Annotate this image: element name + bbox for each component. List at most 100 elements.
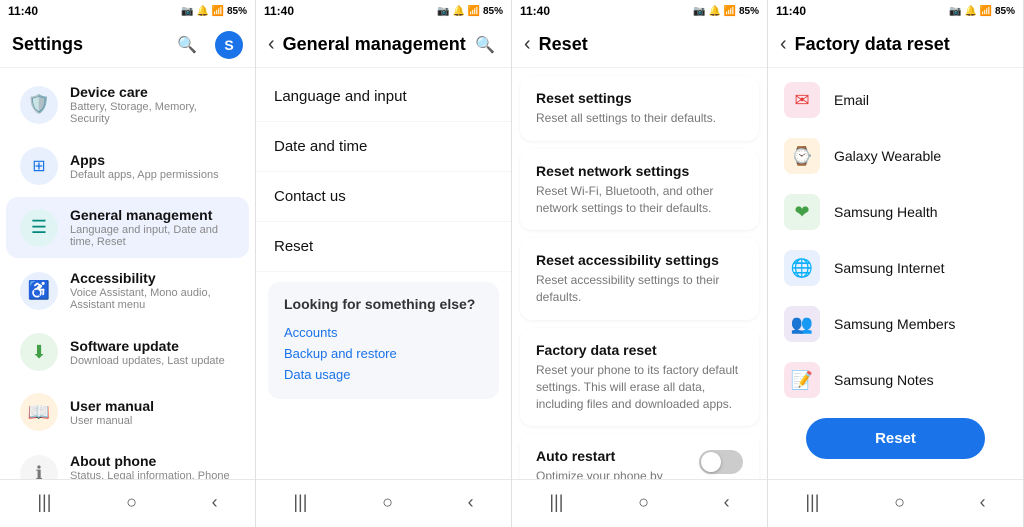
settings-item-about-phone[interactable]: ℹ About phone Status, Legal information,… bbox=[6, 443, 249, 479]
reset-card-settings[interactable]: Reset settings Reset all settings to the… bbox=[520, 76, 759, 141]
reset-accessibility-desc: Reset accessibility settings to their de… bbox=[536, 272, 743, 306]
link-accounts[interactable]: Accounts bbox=[284, 322, 483, 343]
nav-back-btn[interactable]: ‹ bbox=[968, 488, 998, 517]
app-item-galaxy-wearable[interactable]: ⌚ Galaxy Wearable bbox=[768, 128, 1023, 184]
app-name-galaxy-wearable: Galaxy Wearable bbox=[834, 148, 941, 164]
nav-back-btn[interactable]: ‹ bbox=[456, 488, 486, 517]
nav-home-btn[interactable]: ○ bbox=[626, 488, 661, 517]
reset-title: Reset bbox=[539, 34, 755, 55]
auto-restart-title: Auto restart bbox=[536, 448, 699, 464]
auto-restart-desc: Optimize your phone by restarting it aut… bbox=[536, 468, 699, 479]
app-name-samsung-notes: Samsung Notes bbox=[834, 372, 934, 388]
settings-item-software-update[interactable]: ⬇ Software update Download updates, Last… bbox=[6, 323, 249, 381]
bottom-nav-3: ||| ○ ‹ bbox=[512, 479, 767, 527]
app-item-samsung-notes[interactable]: 📝 Samsung Notes bbox=[768, 352, 1023, 408]
header-factory-reset: ‹ Factory data reset bbox=[768, 22, 1023, 68]
bottom-nav-4: ||| ○ ‹ bbox=[768, 479, 1023, 527]
reset-list: Reset settings Reset all settings to the… bbox=[512, 68, 767, 479]
time-2: 11:40 bbox=[264, 4, 294, 18]
status-bar-4: 11:40 📷 🔔 📶 85% bbox=[768, 0, 1023, 22]
factory-reset-title: Factory data reset bbox=[536, 342, 743, 358]
nav-menu-btn[interactable]: ||| bbox=[25, 488, 63, 517]
reset-accessibility-title: Reset accessibility settings bbox=[536, 252, 743, 268]
factory-reset-desc: Reset your phone to its factory default … bbox=[536, 362, 743, 412]
status-icons-4: 📷 🔔 📶 85% bbox=[949, 6, 1015, 17]
user-manual-label: User manual bbox=[70, 398, 235, 414]
app-item-samsung-internet[interactable]: 🌐 Samsung Internet bbox=[768, 240, 1023, 296]
settings-item-text: Software update Download updates, Last u… bbox=[70, 338, 235, 367]
reset-card-auto-restart[interactable]: Auto restart Optimize your phone by rest… bbox=[520, 434, 759, 479]
app-name-email: Email bbox=[834, 92, 869, 108]
nav-back-btn[interactable]: ‹ bbox=[712, 488, 742, 517]
settings-item-apps[interactable]: ⊞ Apps Default apps, App permissions bbox=[6, 137, 249, 195]
factory-reset-button[interactable]: Reset bbox=[806, 418, 984, 459]
status-icons-1: 📷 🔔 📶 85% bbox=[181, 6, 247, 17]
settings-item-text: Apps Default apps, App permissions bbox=[70, 152, 235, 181]
avatar[interactable]: S bbox=[215, 31, 243, 59]
device-care-sub: Battery, Storage, Memory, Security bbox=[70, 101, 235, 125]
back-icon[interactable]: ‹ bbox=[268, 33, 275, 56]
reset-network-desc: Reset Wi-Fi, Bluetooth, and other networ… bbox=[536, 183, 743, 217]
settings-item-user-manual[interactable]: 📖 User manual User manual bbox=[6, 383, 249, 441]
back-icon[interactable]: ‹ bbox=[780, 33, 787, 56]
nav-home-btn[interactable]: ○ bbox=[114, 488, 149, 517]
link-backup[interactable]: Backup and restore bbox=[284, 343, 483, 364]
auto-restart-toggle[interactable] bbox=[699, 450, 743, 474]
header-actions: 🔍 S bbox=[173, 31, 243, 59]
menu-item-reset[interactable]: Reset bbox=[256, 222, 511, 272]
app-item-samsung-members[interactable]: 👥 Samsung Members bbox=[768, 296, 1023, 352]
time-3: 11:40 bbox=[520, 4, 550, 18]
about-phone-label: About phone bbox=[70, 453, 235, 469]
bottom-nav-2: ||| ○ ‹ bbox=[256, 479, 511, 527]
bottom-nav-1: ||| ○ ‹ bbox=[0, 479, 255, 527]
reset-card-factory[interactable]: Factory data reset Reset your phone to i… bbox=[520, 328, 759, 426]
software-update-sub: Download updates, Last update bbox=[70, 355, 235, 367]
back-icon[interactable]: ‹ bbox=[524, 33, 531, 56]
settings-item-general-management[interactable]: ☰ General management Language and input,… bbox=[6, 197, 249, 258]
nav-menu-btn[interactable]: ||| bbox=[537, 488, 575, 517]
settings-item-text: Device care Battery, Storage, Memory, Se… bbox=[70, 84, 235, 125]
time-4: 11:40 bbox=[776, 4, 806, 18]
app-item-samsung-health[interactable]: ❤ Samsung Health bbox=[768, 184, 1023, 240]
user-manual-icon: 📖 bbox=[20, 393, 58, 431]
settings-item-accessibility[interactable]: ♿ Accessibility Voice Assistant, Mono au… bbox=[6, 260, 249, 321]
samsung-notes-icon: 📝 bbox=[784, 362, 820, 398]
status-bar-1: 11:40 📷 🔔 📶 85% bbox=[0, 0, 255, 22]
galaxy-wearable-icon: ⌚ bbox=[784, 138, 820, 174]
software-update-label: Software update bbox=[70, 338, 235, 354]
looking-box: Looking for something else? Accounts Bac… bbox=[268, 282, 499, 399]
app-item-email[interactable]: ✉ Email bbox=[768, 72, 1023, 128]
general-mgmt-label: General management bbox=[70, 207, 235, 223]
panel-general-management: 11:40 📷 🔔 📶 85% ‹ General management 🔍 L… bbox=[256, 0, 512, 527]
nav-menu-btn[interactable]: ||| bbox=[793, 488, 831, 517]
reset-card-network[interactable]: Reset network settings Reset Wi-Fi, Blue… bbox=[520, 149, 759, 231]
device-care-icon: 🛡️ bbox=[20, 86, 58, 124]
settings-item-device-care[interactable]: 🛡️ Device care Battery, Storage, Memory,… bbox=[6, 74, 249, 135]
samsung-health-icon: ❤ bbox=[784, 194, 820, 230]
search-icon[interactable]: 🔍 bbox=[173, 31, 201, 59]
settings-item-text: General management Language and input, D… bbox=[70, 207, 235, 248]
app-name-samsung-internet: Samsung Internet bbox=[834, 260, 945, 276]
settings-item-text: Accessibility Voice Assistant, Mono audi… bbox=[70, 270, 235, 311]
nav-home-btn[interactable]: ○ bbox=[882, 488, 917, 517]
app-name-samsung-members: Samsung Members bbox=[834, 316, 955, 332]
reset-card-accessibility[interactable]: Reset accessibility settings Reset acces… bbox=[520, 238, 759, 320]
status-icons-2: 📷 🔔 📶 85% bbox=[437, 6, 503, 17]
menu-item-contact-us[interactable]: Contact us bbox=[256, 172, 511, 222]
search-icon[interactable]: 🔍 bbox=[471, 31, 499, 59]
nav-home-btn[interactable]: ○ bbox=[370, 488, 405, 517]
link-data-usage[interactable]: Data usage bbox=[284, 364, 483, 385]
reset-settings-title: Reset settings bbox=[536, 90, 743, 106]
accessibility-icon: ♿ bbox=[20, 272, 58, 310]
menu-item-language[interactable]: Language and input bbox=[256, 72, 511, 122]
looking-title: Looking for something else? bbox=[284, 296, 483, 312]
nav-back-btn[interactable]: ‹ bbox=[200, 488, 230, 517]
nav-menu-btn[interactable]: ||| bbox=[281, 488, 319, 517]
apps-sub: Default apps, App permissions bbox=[70, 169, 235, 181]
reset-network-title: Reset network settings bbox=[536, 163, 743, 179]
app-name-samsung-health: Samsung Health bbox=[834, 204, 938, 220]
time-1: 11:40 bbox=[8, 4, 38, 18]
menu-item-date-time[interactable]: Date and time bbox=[256, 122, 511, 172]
user-manual-sub: User manual bbox=[70, 415, 235, 427]
email-icon: ✉ bbox=[784, 82, 820, 118]
